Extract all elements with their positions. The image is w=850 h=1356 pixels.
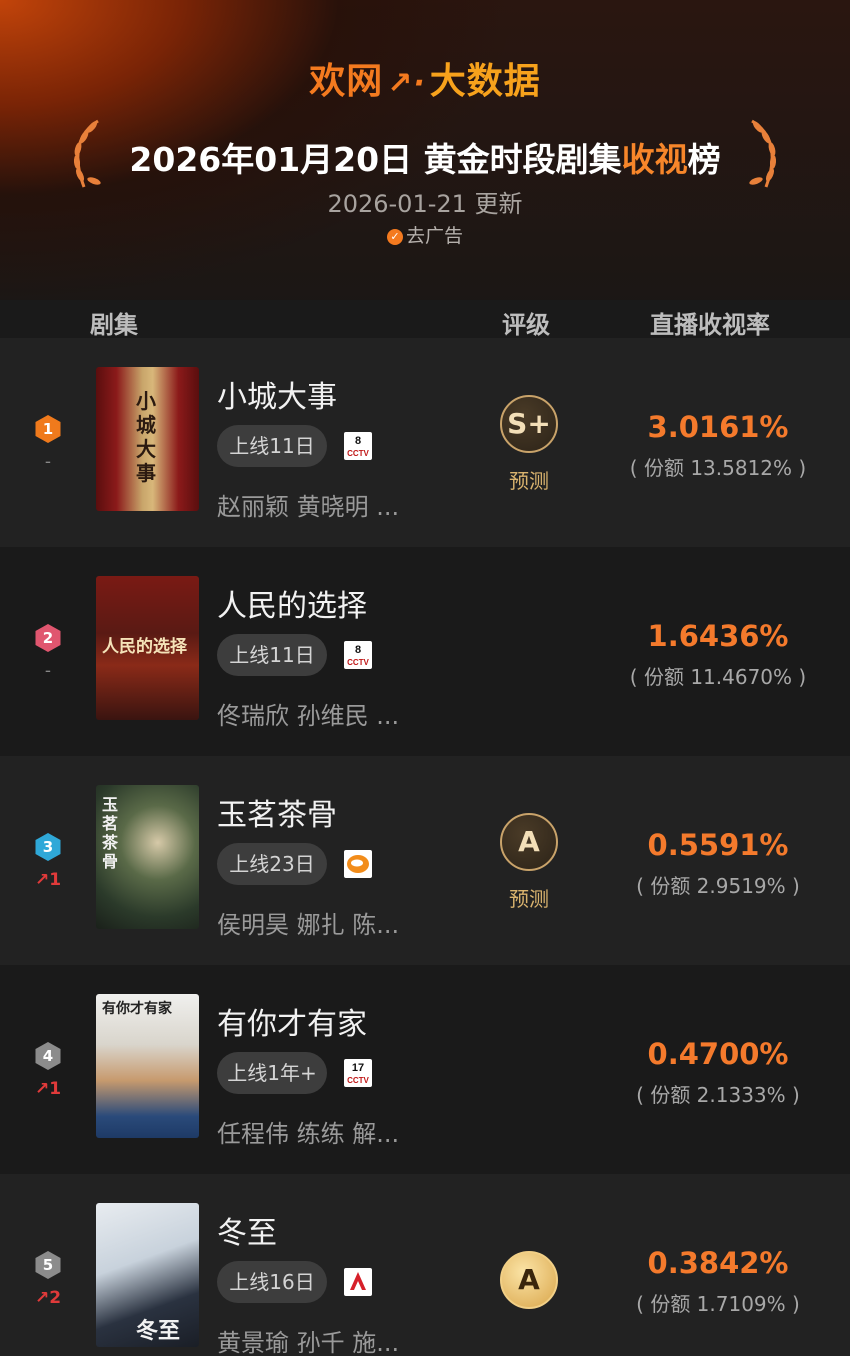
- drama-title[interactable]: 有你才有家: [217, 999, 367, 1043]
- brand-logo: 欢网 ↗· 大数据: [309, 61, 541, 102]
- svg-text:8: 8: [355, 644, 361, 656]
- share-value: ( 份额 11.4670% ): [629, 665, 807, 689]
- rating-value: 0.5591%: [647, 828, 789, 862]
- online-days-pill: 上线11日: [217, 425, 327, 467]
- rank-change: ↗1: [34, 1079, 62, 1099]
- hunan-tv-icon: [344, 850, 372, 878]
- drama-title[interactable]: 玉茗茶骨: [217, 790, 337, 834]
- rating-value: 3.0161%: [647, 410, 789, 444]
- column-headers: 剧集 评级 直播收视率: [0, 300, 850, 340]
- drama-title[interactable]: 冬至: [217, 1208, 277, 1252]
- list-item[interactable]: 4 ↗1 有你才有家 有你才有家 上线1年+ 17 CCTV 任程伟 练练 解..…: [0, 965, 850, 1174]
- svg-text:CCTV: CCTV: [347, 658, 369, 667]
- online-days-pill: 上线23日: [217, 843, 327, 885]
- poster-image[interactable]: 冬至: [96, 1203, 199, 1347]
- grade-badge: A: [500, 813, 558, 871]
- rating-value: 0.4700%: [647, 1037, 789, 1071]
- svg-text:8: 8: [355, 435, 361, 447]
- grade-note: 预测: [509, 469, 549, 493]
- rank-change: ↗2: [34, 1288, 62, 1308]
- rank-badge: 3: [33, 832, 63, 862]
- check-icon: ✓: [386, 229, 403, 245]
- share-value: ( 份额 2.9519% ): [636, 874, 800, 898]
- rating-value: 0.3842%: [647, 1246, 789, 1280]
- cast-list: 任程伟 练练 解...: [217, 1120, 400, 1148]
- grade-badge: A: [500, 1251, 558, 1309]
- jiangsu-tv-icon: [344, 1268, 372, 1296]
- cast-list: 佟瑞欣 孙维民 ...: [217, 702, 400, 730]
- list-item[interactable]: 3 ↗1 玉茗茶骨 玉茗茶骨 上线23日 侯明昊 娜扎 陈... A 预测 0.…: [0, 756, 850, 965]
- drama-title[interactable]: 小城大事: [217, 372, 337, 416]
- svg-text:17: 17: [352, 1062, 364, 1074]
- poster-image[interactable]: 小城大事: [96, 367, 199, 511]
- online-days-pill: 上线11日: [217, 634, 327, 676]
- rank-badge: 2: [33, 623, 63, 653]
- grade-badge: S+: [500, 395, 558, 453]
- column-drama: 剧集: [90, 311, 138, 339]
- online-days-pill: 上线1年+: [217, 1052, 327, 1094]
- remove-ads-link[interactable]: ✓ 去广告: [0, 221, 850, 248]
- list-item[interactable]: 5 ↗2 冬至 冬至 上线16日 黄景瑜 孙千 施... A 0.3842% (…: [0, 1174, 850, 1356]
- column-rating: 直播收视率: [650, 311, 770, 339]
- rank-change: ↗1: [34, 870, 62, 890]
- cast-list: 黄景瑜 孙千 施...: [217, 1329, 400, 1356]
- grade-note: 预测: [509, 887, 549, 911]
- rating-value: 1.6436%: [647, 619, 789, 653]
- ranking-header: 欢网 ↗· 大数据 2026年01月20日 黄金时段剧集收视榜 2026-01-21…: [0, 0, 850, 305]
- rank-badge: 5: [33, 1250, 63, 1280]
- poster-image[interactable]: 玉茗茶骨: [96, 785, 199, 929]
- cast-list: 侯明昊 娜扎 陈...: [217, 911, 400, 939]
- share-value: ( 份额 2.1333% ): [636, 1083, 800, 1107]
- list-item[interactable]: 1 - 小城大事 小城大事 上线11日 8 CCTV 赵丽颖 黄晓明 ... S+…: [0, 338, 850, 547]
- drama-title[interactable]: 人民的选择: [217, 581, 367, 625]
- cctv-icon: 8 CCTV: [344, 641, 372, 669]
- page-title: 2026年01月20日 黄金时段剧集收视榜: [129, 140, 721, 179]
- share-value: ( 份额 13.5812% ): [629, 456, 807, 480]
- cctv-icon: 8 CCTV: [344, 432, 372, 460]
- poster-image[interactable]: 人民的选择: [96, 576, 199, 720]
- svg-text:CCTV: CCTV: [347, 1076, 369, 1085]
- rank-badge: 1: [33, 414, 63, 444]
- update-date: 2026-01-21 更新: [327, 190, 523, 218]
- cctv-icon: 17 CCTV: [344, 1059, 372, 1087]
- rank-badge: 4: [33, 1041, 63, 1071]
- column-grade: 评级: [502, 311, 550, 339]
- rank-change: -: [44, 661, 52, 681]
- share-value: ( 份额 1.7109% ): [636, 1292, 800, 1316]
- svg-text:CCTV: CCTV: [347, 449, 369, 458]
- online-days-pill: 上线16日: [217, 1261, 327, 1303]
- list-item[interactable]: 2 - 人民的选择 人民的选择 上线11日 8 CCTV 佟瑞欣 孙维民 ... …: [0, 547, 850, 756]
- poster-image[interactable]: 有你才有家: [96, 994, 199, 1138]
- cast-list: 赵丽颖 黄晓明 ...: [217, 493, 400, 521]
- rank-change: -: [44, 452, 52, 472]
